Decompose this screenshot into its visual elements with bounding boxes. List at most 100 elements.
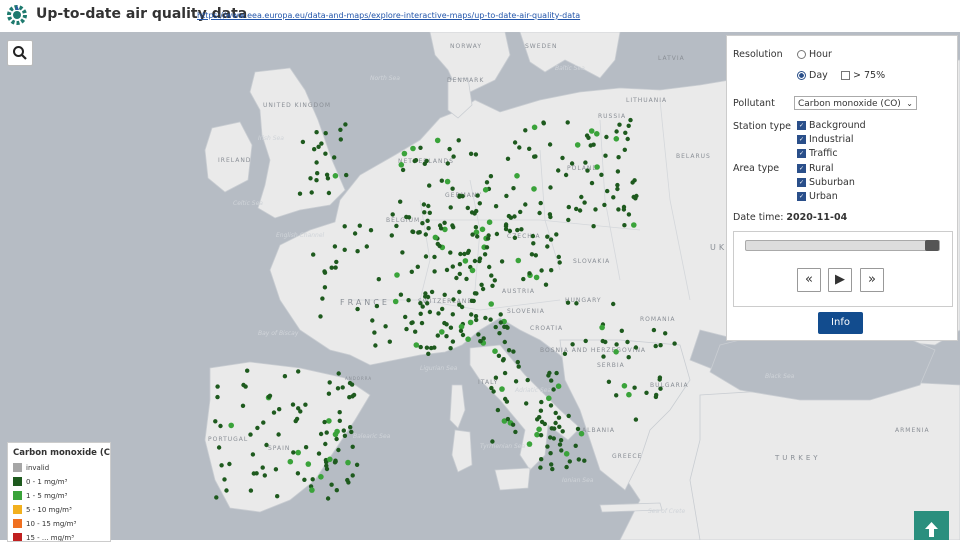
station-marker[interactable] xyxy=(308,176,313,181)
station-marker[interactable] xyxy=(591,224,596,229)
station-marker[interactable] xyxy=(548,237,554,242)
station-marker[interactable] xyxy=(342,433,348,438)
station-marker[interactable] xyxy=(334,488,339,493)
station-marker[interactable] xyxy=(348,425,353,430)
station-marker[interactable] xyxy=(398,199,403,204)
station-marker[interactable] xyxy=(616,207,621,212)
station-marker[interactable] xyxy=(347,395,352,400)
station-marker[interactable] xyxy=(276,432,281,437)
station-marker[interactable] xyxy=(558,438,564,443)
station-marker[interactable] xyxy=(349,382,355,387)
station-marker[interactable] xyxy=(448,325,454,330)
station-marker[interactable] xyxy=(398,292,404,297)
station-marker[interactable] xyxy=(218,423,223,429)
station-marker[interactable] xyxy=(447,146,452,152)
station-marker[interactable] xyxy=(477,258,482,264)
station-marker[interactable] xyxy=(546,395,552,402)
station-marker[interactable] xyxy=(473,225,479,230)
station-marker[interactable] xyxy=(490,283,495,288)
station-marker[interactable] xyxy=(555,383,562,390)
station-marker[interactable] xyxy=(473,152,479,157)
station-marker[interactable] xyxy=(250,452,256,457)
checkbox-background[interactable]: ✓ xyxy=(797,121,806,130)
station-marker[interactable] xyxy=(315,171,320,176)
station-marker[interactable] xyxy=(316,451,322,456)
threshold-option[interactable]: > 75% xyxy=(841,70,885,81)
station-marker[interactable] xyxy=(548,214,553,220)
station-marker[interactable] xyxy=(329,482,334,487)
station-marker[interactable] xyxy=(538,200,543,206)
station-marker[interactable] xyxy=(383,324,388,329)
station-marker[interactable] xyxy=(444,334,449,339)
station-marker[interactable] xyxy=(444,322,449,327)
station-marker[interactable] xyxy=(613,349,619,355)
scroll-top-button[interactable] xyxy=(914,511,949,540)
station-marker[interactable] xyxy=(466,248,471,254)
info-button[interactable]: Info xyxy=(818,312,863,334)
station-marker[interactable] xyxy=(413,342,420,348)
station-marker[interactable] xyxy=(502,324,507,329)
station-marker[interactable] xyxy=(557,424,562,429)
station-marker[interactable] xyxy=(215,384,220,389)
station-marker[interactable] xyxy=(425,218,430,223)
station-marker[interactable] xyxy=(601,354,606,359)
station-marker[interactable] xyxy=(450,312,455,317)
source-url-link[interactable]: https://www.eea.europa.eu/data-and-maps/… xyxy=(197,11,580,20)
station-marker[interactable] xyxy=(374,303,380,309)
station-marker[interactable] xyxy=(426,203,431,209)
pollutant-select[interactable]: Carbon monoxide (CO) ⌄ xyxy=(794,96,917,110)
station-marker[interactable] xyxy=(524,401,529,406)
station-marker[interactable] xyxy=(434,137,441,144)
station-marker[interactable] xyxy=(261,420,266,425)
station-marker[interactable] xyxy=(406,215,412,220)
station-marker[interactable] xyxy=(563,451,570,457)
station-marker[interactable] xyxy=(506,348,512,353)
station-marker[interactable] xyxy=(504,193,509,199)
station-marker[interactable] xyxy=(502,339,507,345)
station-marker[interactable] xyxy=(594,131,600,137)
station-marker[interactable] xyxy=(519,227,524,232)
station-marker[interactable] xyxy=(326,391,332,396)
station-marker[interactable] xyxy=(357,223,362,228)
station-marker[interactable] xyxy=(435,333,440,338)
station-marker[interactable] xyxy=(632,385,637,390)
station-marker[interactable] xyxy=(440,306,445,312)
resolution-hour-option[interactable]: Hour xyxy=(797,49,832,60)
station-marker[interactable] xyxy=(539,457,544,462)
station-marker[interactable] xyxy=(499,259,505,264)
station-marker[interactable] xyxy=(502,370,508,376)
station-marker[interactable] xyxy=(469,312,474,317)
station-marker[interactable] xyxy=(410,229,415,234)
station-marker[interactable] xyxy=(488,317,493,322)
station-marker[interactable] xyxy=(450,186,455,191)
station-marker[interactable] xyxy=(418,344,423,350)
station-marker[interactable] xyxy=(545,234,550,239)
station-marker[interactable] xyxy=(420,221,425,226)
station-marker[interactable] xyxy=(490,439,495,444)
station-marker[interactable] xyxy=(480,286,486,292)
station-marker[interactable] xyxy=(494,231,500,237)
station-marker[interactable] xyxy=(305,461,312,467)
station-marker[interactable] xyxy=(532,154,537,159)
station-marker[interactable] xyxy=(551,387,556,392)
station-marker[interactable] xyxy=(215,394,220,400)
station-marker[interactable] xyxy=(531,241,536,246)
station-marker[interactable] xyxy=(394,223,399,229)
station-marker[interactable] xyxy=(556,254,561,260)
station-marker[interactable] xyxy=(538,408,544,413)
station-marker[interactable] xyxy=(567,459,572,464)
station-marker[interactable] xyxy=(464,276,469,282)
play-button[interactable]: ▶ xyxy=(828,268,852,292)
station-marker[interactable] xyxy=(406,298,411,303)
station-marker[interactable] xyxy=(556,415,562,420)
station-marker[interactable] xyxy=(475,193,480,198)
station-marker[interactable] xyxy=(560,155,565,161)
station-marker[interactable] xyxy=(479,282,484,287)
station-marker[interactable] xyxy=(429,345,434,351)
station-marker[interactable] xyxy=(523,202,528,207)
station-marker[interactable] xyxy=(364,244,369,249)
station-marker[interactable] xyxy=(423,254,429,259)
station-marker[interactable] xyxy=(255,425,260,431)
station-marker[interactable] xyxy=(575,426,581,432)
station-marker[interactable] xyxy=(314,130,319,135)
